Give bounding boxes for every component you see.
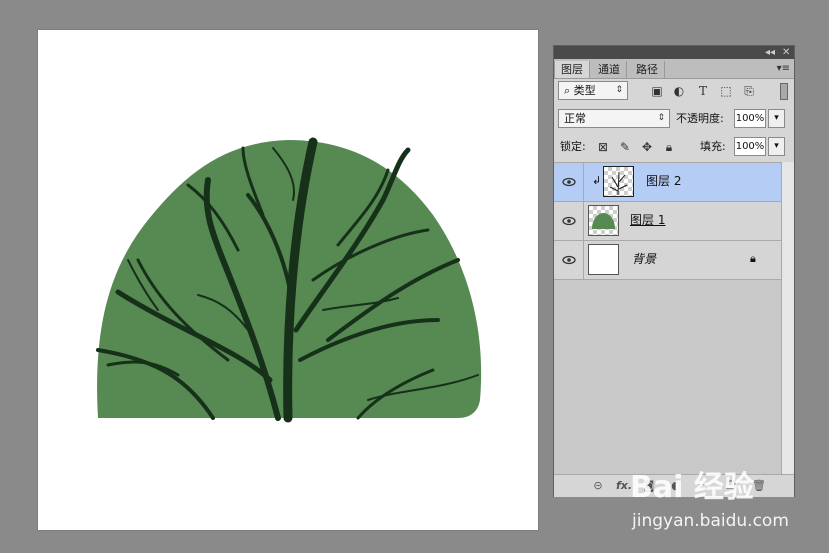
- fill-dropdown-icon[interactable]: ▾: [768, 137, 785, 156]
- blend-mode-select[interactable]: 正常 ⇕: [558, 109, 670, 128]
- layer2-thumbnail[interactable]: [603, 166, 634, 197]
- layer-name: 背景: [632, 252, 657, 266]
- layer-name: 图层 2: [646, 174, 682, 188]
- tab-layers[interactable]: 图层: [554, 61, 590, 78]
- layers-panel: ◂◂ ✕ 图层 通道 路径 ▾≡ ⌕ 类型 ⇕ ▣ ◐ T ⬚ ⎘ 正常 ⇕ 不…: [553, 45, 795, 497]
- lock-position-icon[interactable]: ✥: [640, 140, 654, 154]
- lock-all-icon[interactable]: 🔒︎: [662, 140, 676, 154]
- visibility-eye-icon[interactable]: [554, 202, 584, 240]
- layers-list: ↲ 图层 2 图层 1 背景 🔒︎: [554, 162, 781, 475]
- watermark-url: jingyan.baidu.com: [632, 511, 789, 531]
- filter-kind-select[interactable]: ⌕ 类型 ⇕: [558, 81, 628, 100]
- watermark-logo: Bai 经验: [630, 470, 754, 505]
- opacity-label: 不透明度:: [676, 112, 724, 125]
- panel-menu-icon[interactable]: ▾≡: [777, 61, 790, 76]
- smart-object-filter-icon[interactable]: ⎘: [742, 84, 756, 98]
- opacity-dropdown-icon[interactable]: ▾: [768, 109, 785, 128]
- background-thumbnail[interactable]: [588, 244, 619, 275]
- close-icon[interactable]: ✕: [782, 46, 790, 59]
- layer-row-layer2[interactable]: ↲ 图层 2: [554, 163, 781, 202]
- updown-arrow-icon: ⇕: [657, 113, 665, 123]
- blend-mode-value: 正常: [564, 112, 586, 125]
- bush-artwork: [96, 137, 482, 423]
- filter-toggle-switch[interactable]: [780, 83, 788, 100]
- lock-label: 锁定:: [560, 140, 586, 153]
- visibility-eye-icon[interactable]: [554, 163, 584, 201]
- lock-paint-icon[interactable]: ✎: [618, 140, 632, 154]
- baidu-watermark: Bai 经验 jingyan.baidu.com: [630, 462, 820, 542]
- tab-channels[interactable]: 通道: [592, 61, 627, 78]
- updown-arrow-icon: ⇕: [615, 85, 623, 95]
- blend-row: 正常 ⇕ 不透明度: 100% ▾: [554, 109, 794, 131]
- pixel-filter-icon[interactable]: ▣: [650, 84, 664, 98]
- fill-input[interactable]: 100%: [734, 137, 766, 156]
- opacity-input[interactable]: 100%: [734, 109, 766, 128]
- layer-row-layer1[interactable]: 图层 1: [554, 202, 781, 241]
- filter-row: ⌕ 类型 ⇕ ▣ ◐ T ⬚ ⎘: [554, 81, 794, 103]
- fx-icon[interactable]: fx.: [616, 479, 632, 493]
- lock-row: 锁定: ⊠ ✎ ✥ 🔒︎ 填充: 100% ▾: [554, 137, 794, 159]
- link-icon[interactable]: ⊝: [591, 479, 605, 493]
- type-filter-icon[interactable]: T: [696, 84, 710, 98]
- filter-kind-label: 类型: [573, 84, 596, 97]
- clipping-arrow-icon: ↲: [592, 174, 602, 187]
- lock-transparent-icon[interactable]: ⊠: [596, 140, 610, 154]
- collapse-icon[interactable]: ◂◂: [765, 46, 775, 59]
- layer-row-background[interactable]: 背景 🔒︎: [554, 241, 781, 280]
- document-canvas[interactable]: [38, 30, 538, 530]
- tab-paths[interactable]: 路径: [630, 61, 665, 78]
- search-icon: ⌕: [564, 84, 574, 97]
- layer1-thumbnail[interactable]: [588, 205, 619, 236]
- fill-label: 填充:: [700, 140, 726, 153]
- layer-name: 图层 1: [630, 213, 666, 227]
- layer-lock-icon: 🔒︎: [750, 252, 756, 265]
- adjustment-filter-icon[interactable]: ◐: [672, 84, 686, 98]
- panel-title-bar: ◂◂ ✕: [554, 46, 794, 59]
- panel-tabs: 图层 通道 路径 ▾≡: [554, 59, 794, 79]
- layers-scrollbar[interactable]: [781, 162, 794, 474]
- visibility-eye-icon[interactable]: [554, 241, 584, 279]
- shape-filter-icon[interactable]: ⬚: [719, 84, 733, 98]
